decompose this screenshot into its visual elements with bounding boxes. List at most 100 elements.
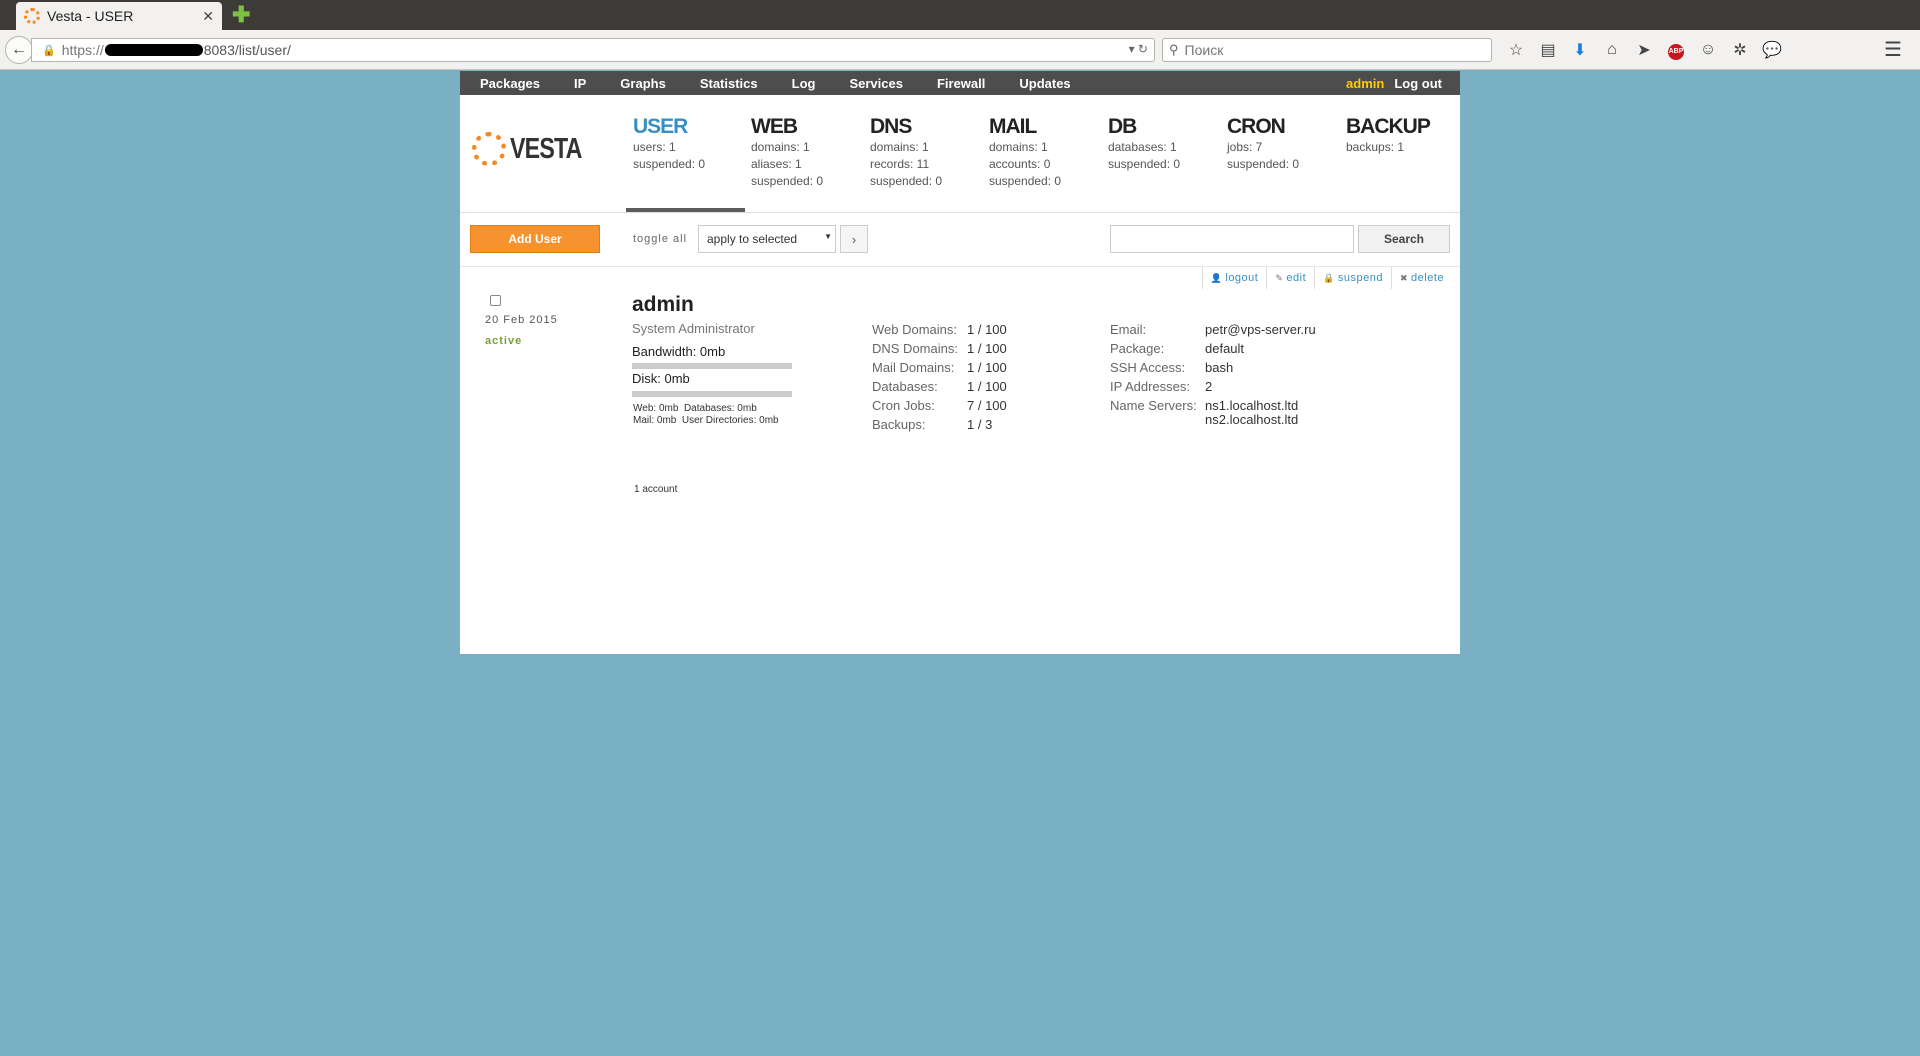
tab-backup[interactable]: BACKUP backups: 1 bbox=[1346, 115, 1464, 156]
tab-title: USER bbox=[633, 115, 688, 138]
pencil-icon: ✎ bbox=[1275, 272, 1284, 283]
home-icon[interactable]: ⌂ bbox=[1596, 41, 1628, 59]
tab-title: BACKUP bbox=[1346, 115, 1431, 138]
reading-list-icon[interactable]: ▤ bbox=[1532, 40, 1564, 60]
limit-item: DNS Domains: 1 / 100 bbox=[872, 339, 1007, 358]
info-value: bash bbox=[1205, 360, 1234, 375]
search-input[interactable] bbox=[1110, 225, 1354, 253]
limit-key: Web Domains: bbox=[872, 322, 958, 337]
created-date: 20 Feb 2015 bbox=[485, 314, 558, 326]
info-item: ns2.localhost.ltd bbox=[1110, 412, 1316, 427]
user-role: System Administrator bbox=[632, 321, 755, 336]
tab-stat: accounts: 0 bbox=[989, 157, 1051, 171]
tab-stat: domains: 1 bbox=[870, 140, 929, 154]
limit-item: Web Domains: 1 / 100 bbox=[872, 320, 1007, 339]
menu-packages[interactable]: Packages bbox=[480, 76, 540, 91]
menu-log[interactable]: Log bbox=[792, 76, 816, 91]
tab-stat: domains: 1 bbox=[751, 140, 810, 154]
chat-icon[interactable]: 💬 bbox=[1756, 40, 1788, 60]
tab-title: WEB bbox=[751, 115, 798, 138]
browser-navbar: ← 🔒 https:// 8083/list/user/ ▾ ↻ ⚲ Поиск… bbox=[0, 30, 1920, 70]
close-tab-icon[interactable]: ✕ bbox=[202, 8, 214, 25]
top-menu-user: admin Log out bbox=[1346, 71, 1460, 95]
tab-cron[interactable]: CRON jobs: 7 suspended: 0 bbox=[1227, 115, 1345, 173]
menu-updates[interactable]: Updates bbox=[1019, 76, 1070, 91]
url-bar[interactable]: 🔒 https:// 8083/list/user/ ▾ ↻ bbox=[31, 38, 1155, 62]
tab-stat: jobs: 7 bbox=[1227, 140, 1263, 154]
download-icon[interactable]: ⬇ bbox=[1564, 40, 1596, 60]
add-user-button[interactable]: Add User bbox=[470, 225, 600, 253]
tab-db[interactable]: DB databases: 1 suspended: 0 bbox=[1108, 115, 1226, 173]
limit-key: Cron Jobs: bbox=[872, 398, 935, 413]
tab-mail[interactable]: MAIL domains: 1 accounts: 0 suspended: 0 bbox=[989, 115, 1107, 190]
hamburger-menu-icon[interactable]: ☰ bbox=[1884, 38, 1902, 62]
send-icon[interactable]: ➤ bbox=[1628, 40, 1660, 60]
vesta-logo-icon bbox=[472, 132, 506, 166]
search-button[interactable]: Search bbox=[1358, 225, 1450, 253]
chevron-down-icon: ▼ bbox=[824, 232, 832, 241]
limit-value: 7 / 100 bbox=[967, 398, 1007, 413]
active-tab-indicator bbox=[626, 208, 745, 212]
limit-value: 1 / 3 bbox=[967, 417, 993, 432]
tab-stat: suspended: 0 bbox=[751, 174, 824, 188]
limit-item: Cron Jobs: 7 / 100 bbox=[872, 396, 1007, 415]
delete-action[interactable]: ✖ delete bbox=[1390, 267, 1452, 289]
new-tab-icon[interactable]: ✚ bbox=[232, 4, 250, 26]
adblock-icon[interactable]: ABP bbox=[1660, 40, 1692, 60]
info-item: Email: petr@vps-server.ru bbox=[1110, 320, 1316, 339]
lock-icon: 🔒 bbox=[1323, 272, 1335, 283]
action-label: suspend bbox=[1337, 272, 1383, 284]
top-menu: Packages IP Graphs Statistics Log Servic… bbox=[460, 71, 1460, 95]
vesta-panel: Packages IP Graphs Statistics Log Servic… bbox=[460, 71, 1460, 654]
info-key: Package: bbox=[1110, 341, 1165, 356]
tab-stat: suspended: 0 bbox=[1108, 157, 1181, 171]
logout-action[interactable]: 👤 logout bbox=[1201, 267, 1267, 289]
menu-graphs[interactable]: Graphs bbox=[620, 76, 666, 91]
section-header: VESTA USER users: 1 suspended: 0 WEB dom… bbox=[460, 95, 1460, 213]
toggle-all-link[interactable]: toggle all bbox=[633, 233, 687, 245]
info-key: Name Servers: bbox=[1110, 398, 1197, 413]
limit-item: Mail Domains: 1 / 100 bbox=[872, 358, 1007, 377]
menu-services[interactable]: Services bbox=[849, 76, 903, 91]
bookmark-star-icon[interactable]: ☆ bbox=[1500, 40, 1532, 60]
disk-detail: Mail: 0mb User Directories: 0mb bbox=[633, 415, 779, 426]
browser-tab-bar: Vesta - USER ✕ ✚ bbox=[0, 0, 1920, 30]
menu-ip[interactable]: IP bbox=[574, 76, 586, 91]
vesta-logo[interactable]: VESTA bbox=[472, 132, 600, 166]
toolbar-icons: ☆ ▤ ⬇ ⌂ ➤ ABP ☺ ✲ 💬 bbox=[1500, 38, 1788, 62]
limit-key: Databases: bbox=[872, 379, 938, 394]
lock-icon: 🔒 bbox=[42, 44, 56, 57]
back-arrow-icon[interactable]: ← bbox=[5, 36, 33, 64]
addon-face-icon[interactable]: ☺ bbox=[1692, 41, 1724, 59]
info-value: ns1.localhost.ltd bbox=[1205, 398, 1299, 413]
disk-label: Disk: 0mb bbox=[632, 371, 690, 386]
bulk-action-select[interactable]: apply to selected ▼ bbox=[698, 225, 836, 253]
tab-dns[interactable]: DNS domains: 1 records: 11 suspended: 0 bbox=[870, 115, 988, 190]
browser-tab[interactable]: Vesta - USER ✕ bbox=[16, 2, 222, 30]
bandwidth-bar bbox=[632, 363, 792, 369]
tab-stat: suspended: 0 bbox=[989, 174, 1062, 188]
logout-link[interactable]: Log out bbox=[1394, 76, 1442, 91]
apply-bulk-button[interactable]: › bbox=[840, 225, 868, 253]
menu-firewall[interactable]: Firewall bbox=[937, 76, 985, 91]
browser-search-input[interactable]: ⚲ Поиск bbox=[1162, 38, 1492, 62]
redacted-host bbox=[104, 44, 203, 56]
info-list: Email: petr@vps-server.ru Package: default… bbox=[1110, 320, 1316, 427]
current-user-link[interactable]: admin bbox=[1346, 76, 1384, 91]
edit-action[interactable]: ✎ edit bbox=[1266, 267, 1314, 289]
logo-text: VESTA bbox=[510, 132, 582, 165]
account-count: 1 account bbox=[634, 484, 678, 495]
info-value: petr@vps-server.ru bbox=[1205, 322, 1316, 337]
row-actions: 👤 logout ✎ edit 🔒 suspend ✖ delete bbox=[1201, 267, 1452, 289]
row-checkbox[interactable] bbox=[490, 295, 501, 306]
suspend-action[interactable]: 🔒 suspend bbox=[1314, 267, 1391, 289]
info-item: Package: default bbox=[1110, 339, 1316, 358]
tab-title: Vesta - USER bbox=[47, 8, 134, 24]
tab-user[interactable]: USER users: 1 suspended: 0 bbox=[633, 115, 751, 173]
menu-statistics[interactable]: Statistics bbox=[700, 76, 758, 91]
bandwidth-label: Bandwidth: 0mb bbox=[632, 344, 726, 359]
status-badge: active bbox=[485, 335, 523, 347]
addon-network-icon[interactable]: ✲ bbox=[1724, 40, 1756, 60]
tab-web[interactable]: WEB domains: 1 aliases: 1 suspended: 0 bbox=[751, 115, 869, 190]
reload-icon[interactable]: ▾ ↻ bbox=[1129, 42, 1148, 56]
